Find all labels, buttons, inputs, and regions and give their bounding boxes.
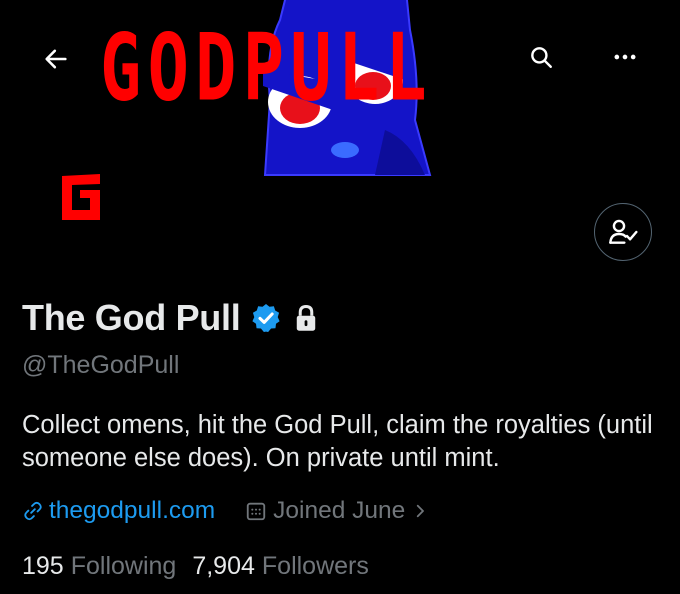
followers-stat[interactable]: 7,904 Followers — [192, 552, 369, 581]
joined-text: Joined June — [273, 497, 406, 524]
profile-stats: 195 Following 7,904 Followers — [22, 552, 369, 581]
profile-meta-row: thegodpull.com Joined June — [22, 497, 429, 525]
profile-name-row: The God Pull — [22, 297, 320, 339]
following-label: Following — [70, 552, 177, 580]
search-button[interactable] — [522, 38, 560, 76]
more-dots-icon — [614, 54, 636, 60]
follow-user-icon — [609, 219, 638, 244]
following-count: 195 — [22, 552, 64, 580]
website-text: thegodpull.com — [49, 497, 216, 524]
chevron-right-icon — [417, 504, 425, 518]
verified-badge-icon[interactable] — [250, 302, 282, 334]
following-stat[interactable]: 195 Following — [22, 552, 176, 581]
website-link[interactable]: thegodpull.com — [22, 497, 215, 525]
search-icon — [531, 47, 552, 68]
back-arrow-icon — [45, 49, 67, 69]
followers-label: Followers — [261, 552, 369, 580]
profile-banner[interactable]: GODPULL — [0, 0, 680, 182]
profile-avatar[interactable] — [60, 172, 104, 222]
more-button[interactable] — [606, 38, 644, 76]
followers-count: 7,904 — [192, 552, 255, 580]
calendar-icon — [247, 502, 266, 521]
link-icon — [24, 501, 42, 521]
profile-handle: @TheGodPull — [22, 351, 180, 379]
joined-date[interactable]: Joined June — [245, 497, 429, 525]
profile-bio: Collect omens, hit the God Pull, claim t… — [22, 411, 653, 472]
display-name: The God Pull — [22, 297, 241, 338]
back-button[interactable] — [37, 40, 75, 78]
lock-icon — [297, 304, 316, 331]
godpull-logo-icon — [62, 174, 100, 220]
follow-button[interactable] — [594, 203, 652, 261]
mascot-illustration — [263, 0, 432, 176]
